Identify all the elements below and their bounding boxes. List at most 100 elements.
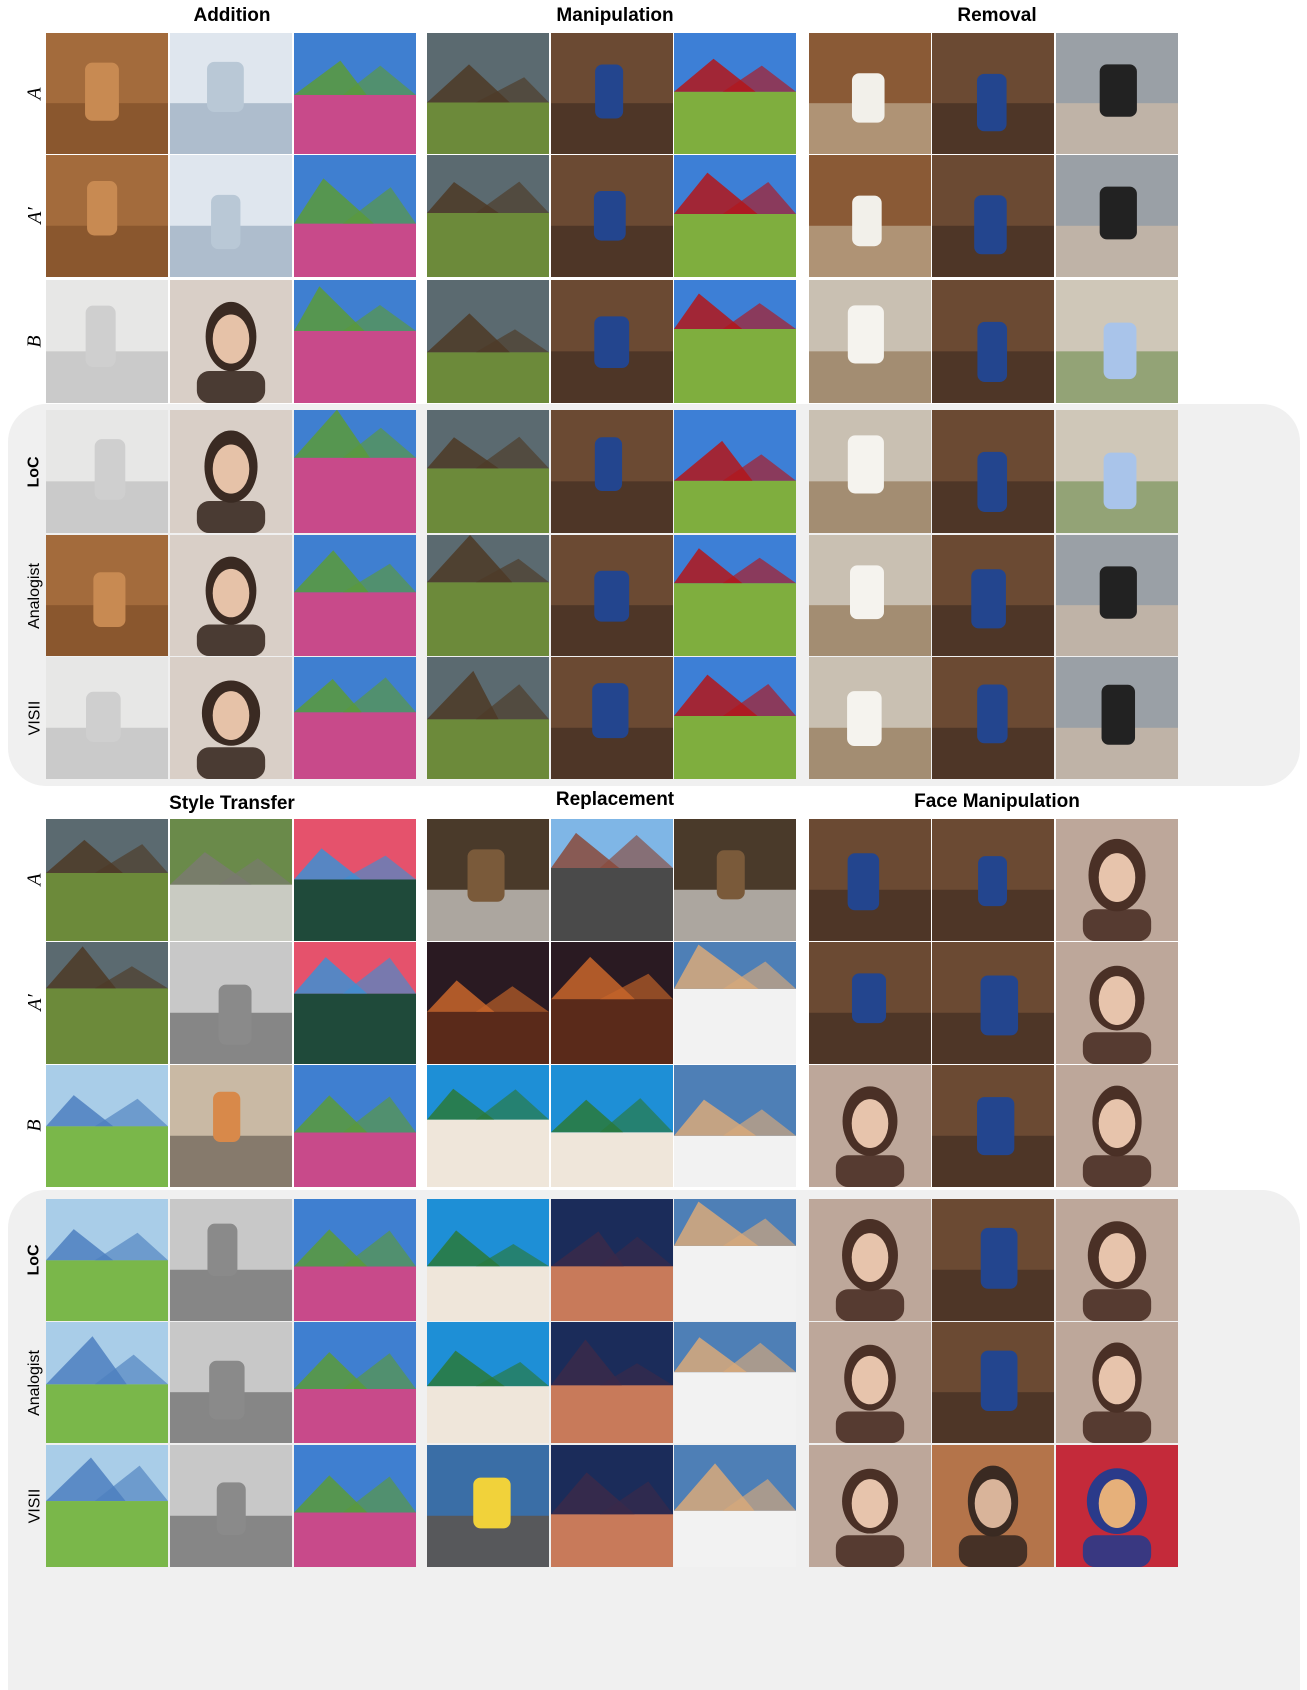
milk-and-bowl-image <box>809 410 931 533</box>
title-manipulation: Manipulation <box>556 5 674 26</box>
green-hills-painting-image <box>46 1322 168 1443</box>
woman-curls-image <box>932 155 1054 277</box>
woman-sunset-portrait-image <box>932 1065 1054 1187</box>
painted-faces-collage-image <box>1056 1445 1178 1567</box>
woman-glasses-bride-image <box>932 535 1054 656</box>
milk-and-pastries-image <box>427 1322 549 1443</box>
girl-red-curls-image <box>1056 819 1178 941</box>
cherries-with-red-heart-image <box>46 657 168 779</box>
girl-purple-lips-image <box>1056 942 1178 1064</box>
rose-gold-phone-image <box>46 535 168 656</box>
man-blue-suit-stained-glass-image <box>551 535 673 656</box>
man-black-suit-door-image <box>551 155 673 277</box>
red-barn-green-field-image <box>674 657 796 779</box>
hand-and-bottle-image <box>1056 657 1178 779</box>
red-barn-field-image <box>674 33 796 154</box>
watercolor-cottage-lake-image <box>46 819 168 941</box>
cherries-on-white-wood-image <box>46 280 168 403</box>
woman-choker-image <box>932 942 1054 1064</box>
dark-cottage-image <box>427 280 549 403</box>
title-face-manipulation: Face Manipulation <box>914 791 1080 812</box>
street-daytime-image <box>551 819 673 941</box>
orange-juice-soil-image <box>427 1445 549 1567</box>
milk-and-cake-image <box>427 1065 549 1187</box>
cherries-with-apple-image <box>46 410 168 533</box>
painted-cottage-image <box>427 657 549 779</box>
palm-beach-night-image <box>551 1199 673 1321</box>
woman-bindi-dot-image <box>809 942 931 1064</box>
woman-portrait-image <box>170 535 292 656</box>
title-style-transfer: Style Transfer <box>169 793 295 814</box>
mountain-flower-field-image <box>294 280 416 403</box>
painted-mountain-forest-image <box>294 1199 416 1321</box>
woman-striped-shirt-image <box>932 1322 1054 1443</box>
watercolor-house-lake-image <box>46 1199 168 1321</box>
short-hair-portrait-image <box>170 657 292 779</box>
man-military-uniform-image <box>932 410 1054 533</box>
street-at-night-image <box>551 942 673 1064</box>
man-black-suit-stained-glass-image <box>551 410 673 533</box>
palm-beach-day-image <box>551 1065 673 1187</box>
woman-bob-hair-image <box>809 819 931 941</box>
woman-striped-shirt-image <box>932 1199 1054 1321</box>
orange-juice-and-cookie-image <box>427 942 549 1064</box>
white-cat-road-image <box>674 1065 796 1187</box>
title-replacement: Replacement <box>555 789 675 810</box>
palm-beach-dusk-image <box>551 1445 673 1567</box>
white-cat-desert-image <box>674 1199 796 1321</box>
shake-and-cake-image <box>427 1199 549 1321</box>
man-blue-suit-stained-glass-image <box>551 280 673 403</box>
thatched-cottage-image <box>427 155 549 277</box>
woman-dark-hair-image <box>932 819 1054 941</box>
woman-with-sunglasses-image <box>170 410 292 533</box>
man-tuxedo-wall-image <box>551 657 673 779</box>
boy-portrait-image <box>809 1065 931 1187</box>
house-photo-image <box>170 819 292 941</box>
man-blue-suit-door-image <box>551 33 673 154</box>
palm-beach-neon-image <box>551 1322 673 1443</box>
rocky-waterfall-image <box>294 657 416 779</box>
meadow-with-waterfall-image <box>294 155 416 277</box>
empty-glass-image <box>809 155 931 277</box>
white-cat-road-desert-image <box>674 1322 796 1443</box>
red-barn-cupola-image <box>674 535 796 656</box>
watercolor-house-lake-image <box>46 1065 168 1187</box>
mountain-with-waterfall-image <box>294 410 416 533</box>
woman-christmas-tree-image <box>932 657 1054 779</box>
hand-holding-phone-image <box>1056 33 1178 154</box>
tabby-cat-road-image <box>170 1065 292 1187</box>
painted-mount-fuji-sunset-image <box>294 942 416 1064</box>
pitcher-and-bowl-image <box>809 657 931 779</box>
white-cat-forest-image <box>674 819 796 941</box>
misty-coast-painting-image <box>46 1445 168 1567</box>
woman-portrait-image <box>170 280 292 403</box>
red-barn-green-field-image <box>674 155 796 277</box>
glasses-of-milk-image <box>809 535 931 656</box>
grayscale-house-image <box>170 942 292 1064</box>
hand-holding-phone-image <box>1056 535 1178 656</box>
stone-cottage-image <box>427 33 549 154</box>
white-cat-desert-night-image <box>674 1445 796 1567</box>
milk-and-cookie-image <box>427 819 549 941</box>
boy-red-dot-image <box>809 1199 931 1321</box>
painted-mountain-forest-image <box>294 1445 416 1567</box>
red-barn-cupola-green-image <box>674 410 796 533</box>
glass-of-milk-image <box>809 33 931 154</box>
white-cat-desert-image <box>674 942 796 1064</box>
red-roof-house-image <box>170 1322 292 1443</box>
boy-curly-hair-image <box>1056 1065 1178 1187</box>
title-addition: Addition <box>193 5 271 26</box>
blue-phone-plant-image <box>1056 280 1178 403</box>
sketch-cottage-coast-image <box>46 942 168 1064</box>
boy-purple-lips-image <box>1056 1199 1178 1321</box>
wooden-house-image <box>427 535 549 656</box>
milk-and-bowl-image <box>809 280 931 403</box>
woman-glasses-curls-image <box>932 33 1054 154</box>
painted-mountain-forest-image <box>294 1065 416 1187</box>
thatched-cottage-image <box>427 410 549 533</box>
grayscale-cat-image <box>170 1199 292 1321</box>
grayscale-building-image <box>170 1445 292 1567</box>
man-military-uniform-image <box>932 280 1054 403</box>
wolf-with-sunglasses-image <box>170 155 292 277</box>
banana-on-wood-image <box>46 33 168 154</box>
